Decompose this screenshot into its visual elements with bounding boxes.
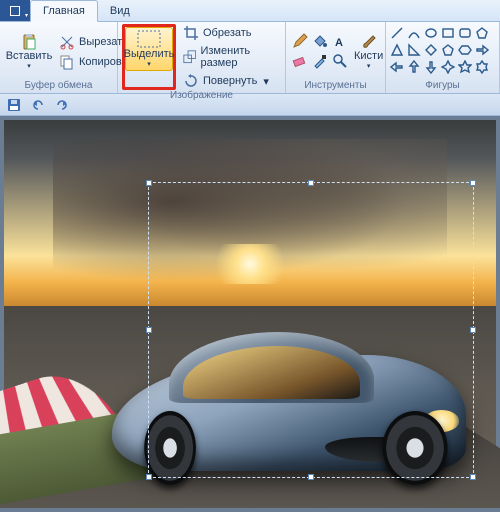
select-icon bbox=[137, 30, 161, 48]
shape-line-icon[interactable] bbox=[390, 26, 404, 40]
chevron-down-icon: ▾ bbox=[25, 12, 28, 19]
rotate-button[interactable]: Повернуть ▾ bbox=[180, 72, 279, 90]
group-shapes: Фигуры bbox=[386, 22, 500, 93]
svg-text:A: A bbox=[335, 37, 343, 49]
shape-star5-icon[interactable] bbox=[458, 60, 472, 74]
shape-polygon-icon[interactable] bbox=[475, 26, 489, 40]
redo-icon[interactable] bbox=[54, 97, 70, 113]
selection-handle-sw[interactable] bbox=[146, 474, 152, 480]
shape-roundrect-icon[interactable] bbox=[458, 26, 472, 40]
pencil-icon[interactable] bbox=[292, 33, 308, 49]
shapes-gallery[interactable] bbox=[390, 24, 491, 80]
shape-hexagon-icon[interactable] bbox=[458, 43, 472, 57]
resize-label: Изменить размер bbox=[200, 45, 276, 69]
resize-button[interactable]: Изменить размер bbox=[180, 44, 279, 70]
select-label: Выделить bbox=[124, 48, 175, 60]
eraser-icon[interactable] bbox=[292, 53, 308, 69]
brush-icon bbox=[361, 34, 377, 50]
group-clipboard: Вставить ▾ Вырезать Копировать Буфер обм… bbox=[0, 22, 118, 93]
group-clipboard-label: Буфер обмена bbox=[4, 80, 113, 93]
shape-oval-icon[interactable] bbox=[424, 26, 438, 40]
tutorial-highlight: Выделить ▾ bbox=[122, 24, 176, 90]
brushes-label: Кисти bbox=[354, 50, 383, 62]
shape-rect-icon[interactable] bbox=[441, 26, 455, 40]
magnifier-icon[interactable] bbox=[332, 53, 348, 69]
shape-triangle-icon[interactable] bbox=[390, 43, 404, 57]
shape-star6-icon[interactable] bbox=[475, 60, 489, 74]
tab-view[interactable]: Вид bbox=[98, 0, 142, 21]
rotate-icon bbox=[183, 73, 199, 89]
app-menu-button[interactable]: ▾ bbox=[0, 0, 30, 21]
app-menu-icon bbox=[10, 6, 20, 16]
tab-home[interactable]: Главная bbox=[30, 0, 98, 22]
selection-handle-n[interactable] bbox=[308, 180, 314, 186]
shape-arrow-d-icon[interactable] bbox=[424, 60, 438, 74]
selection-handle-nw[interactable] bbox=[146, 180, 152, 186]
shape-rtriangle-icon[interactable] bbox=[407, 43, 421, 57]
save-icon[interactable] bbox=[6, 97, 22, 113]
brushes-button[interactable]: Кисти ▾ bbox=[352, 24, 385, 80]
selection-handle-e[interactable] bbox=[470, 327, 476, 333]
ribbon: Вставить ▾ Вырезать Копировать Буфер обм… bbox=[0, 22, 500, 94]
chevron-down-icon: ▾ bbox=[147, 60, 151, 68]
selection-handle-s[interactable] bbox=[308, 474, 314, 480]
tab-home-label: Главная bbox=[43, 5, 85, 17]
undo-icon[interactable] bbox=[30, 97, 46, 113]
group-image-label: Изображение bbox=[122, 90, 281, 103]
group-tools: A Кисти ▾ Инструменты bbox=[286, 22, 386, 93]
cut-icon bbox=[59, 34, 75, 50]
text-icon[interactable]: A bbox=[332, 33, 348, 49]
selection-handle-ne[interactable] bbox=[470, 180, 476, 186]
copy-icon bbox=[59, 54, 75, 70]
selection-handle-se[interactable] bbox=[470, 474, 476, 480]
group-shapes-label: Фигуры bbox=[390, 80, 495, 93]
shape-star4-icon[interactable] bbox=[441, 60, 455, 74]
group-image: Выделить ▾ Обрезать Изменить размер Пове… bbox=[118, 22, 286, 93]
selection-rectangle[interactable] bbox=[148, 182, 474, 478]
crop-label: Обрезать bbox=[203, 27, 252, 39]
rotate-label: Повернуть bbox=[203, 75, 257, 87]
shape-curve-icon[interactable] bbox=[407, 26, 421, 40]
chevron-down-icon: ▾ bbox=[263, 75, 269, 88]
shape-arrow-u-icon[interactable] bbox=[407, 60, 421, 74]
crop-button[interactable]: Обрезать bbox=[180, 24, 279, 42]
chevron-down-icon: ▾ bbox=[367, 62, 371, 70]
group-tools-label: Инструменты bbox=[290, 80, 381, 93]
shape-arrow-r-icon[interactable] bbox=[475, 43, 489, 57]
title-bar: ▾ Главная Вид bbox=[0, 0, 500, 22]
shape-pentagon-icon[interactable] bbox=[441, 43, 455, 57]
canvas-area[interactable] bbox=[0, 116, 500, 512]
select-button[interactable]: Выделить ▾ bbox=[125, 27, 173, 71]
fill-icon[interactable] bbox=[312, 33, 328, 49]
tab-view-label: Вид bbox=[110, 5, 130, 17]
resize-icon bbox=[183, 49, 196, 65]
shape-diamond-icon[interactable] bbox=[424, 43, 438, 57]
paste-label: Вставить bbox=[6, 50, 53, 62]
picker-icon[interactable] bbox=[312, 53, 328, 69]
chevron-down-icon: ▾ bbox=[27, 62, 31, 70]
selection-handle-w[interactable] bbox=[146, 327, 152, 333]
paste-icon bbox=[21, 34, 37, 50]
shape-arrow-l-icon[interactable] bbox=[390, 60, 404, 74]
crop-icon bbox=[183, 25, 199, 41]
paste-button[interactable]: Вставить ▾ bbox=[4, 24, 54, 80]
